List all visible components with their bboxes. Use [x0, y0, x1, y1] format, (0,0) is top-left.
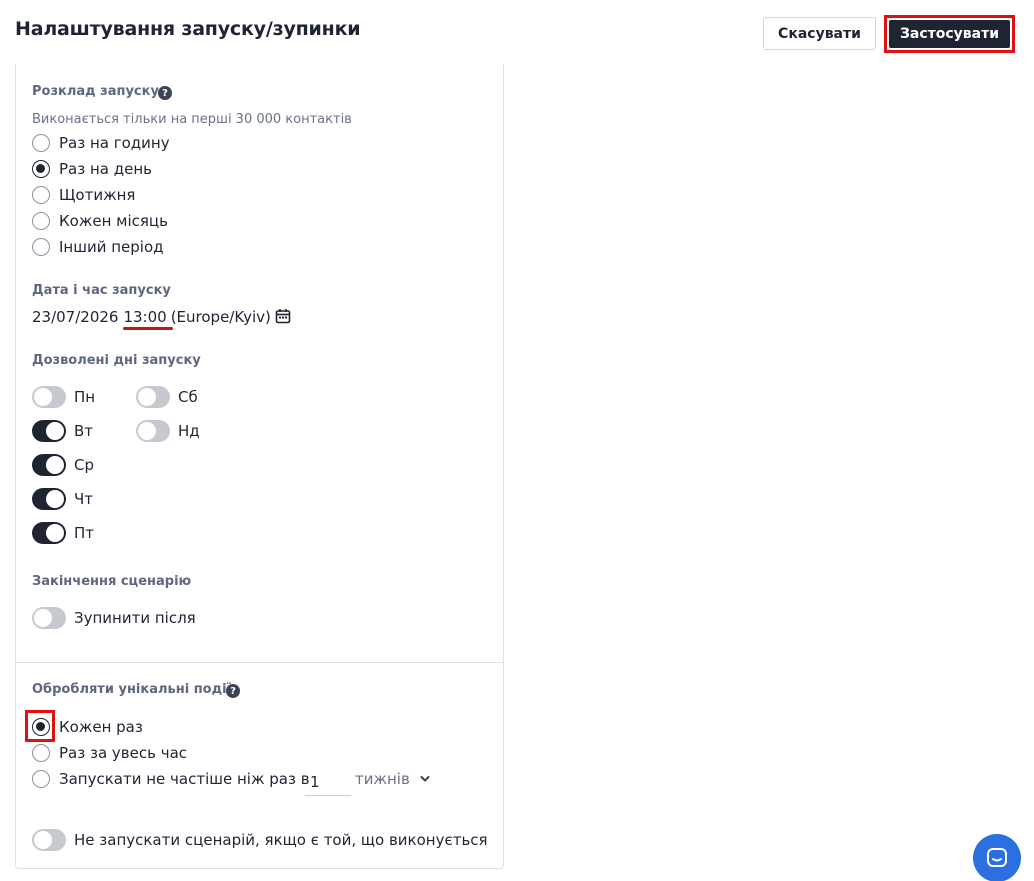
toggle-tuesday[interactable]: Вт — [32, 419, 93, 443]
help-icon[interactable]: ? — [158, 86, 172, 100]
schedule-label: Розклад запуску — [32, 84, 159, 99]
radio-button[interactable] — [32, 770, 50, 788]
cancel-button[interactable]: Скасувати — [763, 17, 876, 50]
chevron-down-icon — [420, 776, 430, 782]
page-title: Налаштування запуску/зупинки — [15, 18, 361, 40]
toggle-switch[interactable] — [32, 829, 66, 851]
toggle-label: Вт — [74, 422, 94, 440]
radio-highlight-annotation — [25, 710, 55, 742]
toggle-stop-after[interactable]: Зупинити після — [32, 606, 196, 630]
datetime-label: Дата і час запуску — [32, 283, 171, 298]
radio-button[interactable] — [32, 160, 50, 178]
toggle-wednesday[interactable]: Ср — [32, 453, 94, 477]
toggle-label: Зупинити після — [74, 609, 196, 627]
toggle-thursday[interactable]: Чт — [32, 487, 93, 511]
radio-label: Запускати не частіше ніж раз в — [59, 770, 310, 788]
radio-once-all-time[interactable]: Раз за увесь час — [32, 743, 187, 763]
panel-divider — [15, 662, 504, 663]
radio-button[interactable] — [32, 744, 50, 762]
toggle-switch[interactable] — [32, 454, 66, 476]
toggle-saturday[interactable]: Сб — [136, 385, 198, 409]
timezone-value: (Europe/Kyiv) — [170, 308, 271, 326]
toggle-label: Пт — [74, 524, 95, 542]
radio-hourly[interactable]: Раз на годину — [32, 133, 170, 153]
apply-button-highlight: Застосувати — [884, 15, 1015, 53]
toggle-switch[interactable] — [32, 522, 66, 544]
toggle-monday[interactable]: Пн — [32, 385, 95, 409]
chat-icon — [987, 848, 1007, 867]
toggle-switch[interactable] — [136, 420, 170, 442]
radio-other-period[interactable]: Інший період — [32, 237, 164, 257]
radio-label: Щотижня — [59, 186, 136, 204]
ending-label: Закінчення сценарію — [32, 574, 192, 589]
toggle-label: Нд — [178, 422, 200, 440]
toggle-label: Чт — [74, 490, 94, 508]
interval-unit-label: тижнів — [355, 770, 410, 788]
toggle-switch[interactable] — [32, 607, 66, 629]
toggle-label: Не запускати сценарій, якщо є той, що ви… — [74, 831, 488, 849]
interval-unit-select[interactable]: тижнів — [355, 770, 430, 788]
date-value[interactable]: 23/07/2026 — [32, 308, 118, 326]
chat-button[interactable] — [973, 834, 1021, 881]
toggle-sunday[interactable]: Нд — [136, 419, 200, 443]
interval-input[interactable] — [305, 768, 351, 796]
radio-monthly[interactable]: Кожен місяць — [32, 211, 168, 231]
schedule-hint: Виконається тільки на перші 30 000 конта… — [32, 112, 352, 127]
radio-button[interactable] — [32, 212, 50, 230]
time-value[interactable]: 13:00 — [123, 308, 166, 326]
radio-button[interactable] — [32, 238, 50, 256]
unique-events-label: Обробляти унікальні події: — [32, 682, 237, 697]
toggle-label: Ср — [74, 456, 94, 474]
radio-label: Кожен місяць — [59, 212, 168, 230]
toggle-no-parallel[interactable]: Не запускати сценарій, якщо є той, що ви… — [32, 828, 488, 852]
radio-button[interactable] — [32, 134, 50, 152]
toggle-label: Пн — [74, 388, 96, 406]
radio-daily[interactable]: Раз на день — [32, 159, 152, 179]
datetime-value[interactable]: 23/07/2026 13:00 (Europe/Kyiv) — [32, 308, 271, 326]
apply-button[interactable]: Застосувати — [889, 20, 1010, 48]
radio-label: Інший період — [59, 238, 164, 256]
toggle-switch[interactable] — [32, 420, 66, 442]
toggle-friday[interactable]: Пт — [32, 521, 94, 545]
calendar-icon[interactable] — [275, 308, 291, 324]
toggle-label: Сб — [178, 388, 198, 406]
help-icon[interactable]: ? — [226, 684, 240, 698]
radio-not-more-often[interactable]: Запускати не частіше ніж раз в — [32, 769, 310, 789]
time-underline-annotation — [123, 327, 173, 330]
radio-label: Раз на день — [59, 160, 152, 178]
toggle-switch[interactable] — [32, 488, 66, 510]
toggle-switch[interactable] — [32, 386, 66, 408]
radio-label: Раз на годину — [59, 134, 170, 152]
days-label: Дозволені дні запуску — [32, 353, 201, 368]
radio-label: Раз за увесь час — [59, 744, 188, 762]
radio-label: Кожен раз — [59, 718, 143, 736]
radio-weekly[interactable]: Щотижня — [32, 185, 135, 205]
radio-button[interactable] — [32, 186, 50, 204]
toggle-switch[interactable] — [136, 386, 170, 408]
